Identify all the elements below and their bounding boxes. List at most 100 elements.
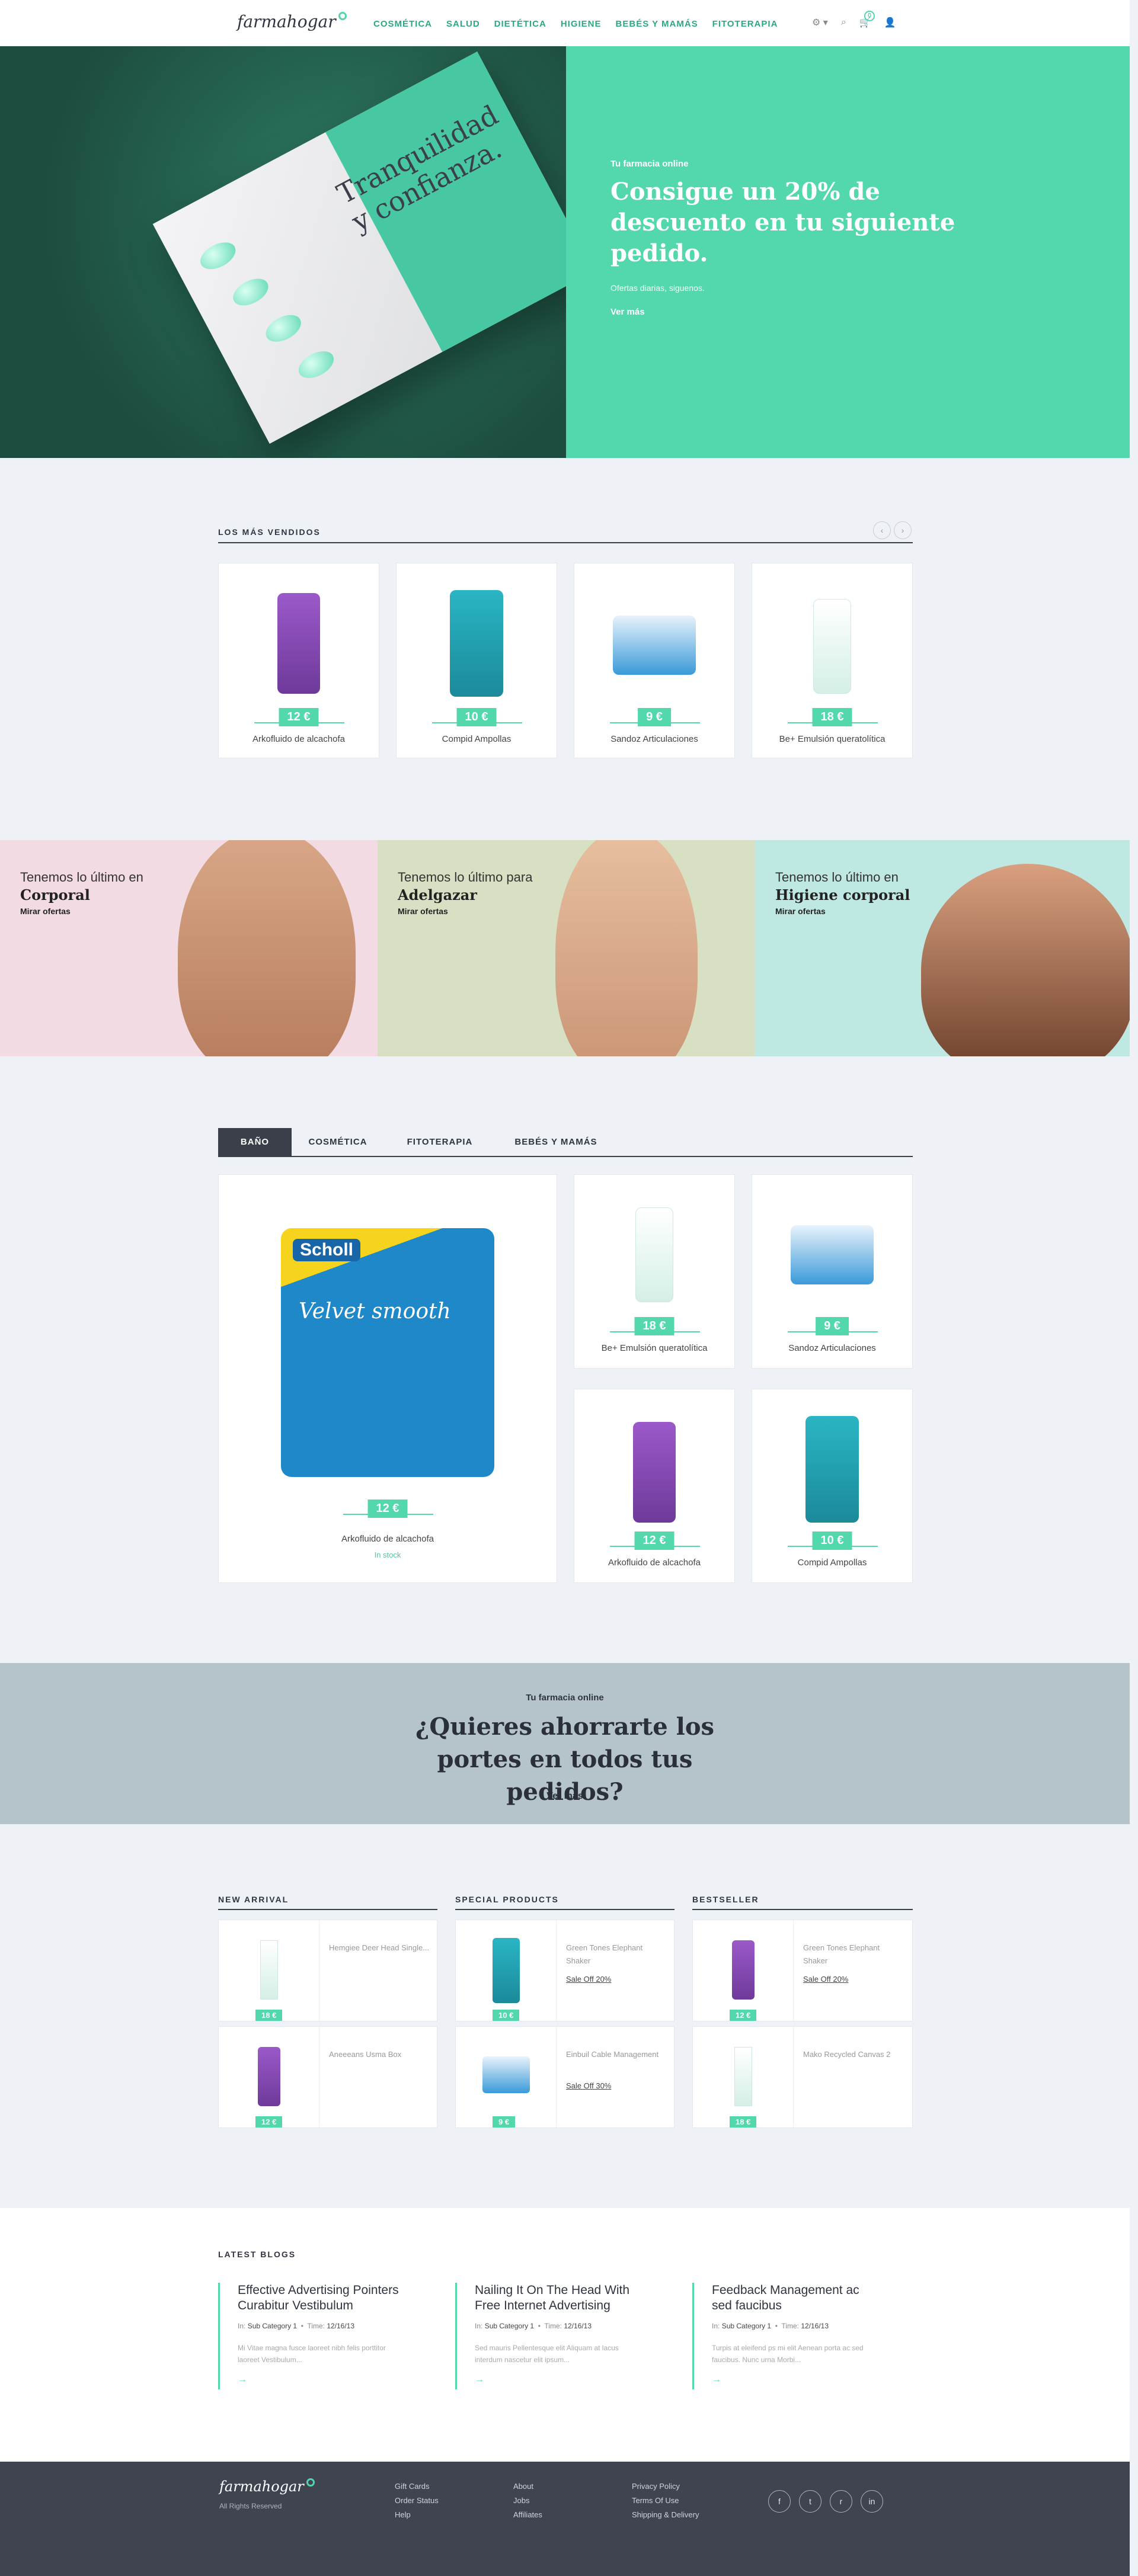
list-item[interactable]: 10 € Green Tones Elephant Shaker Sale Of… — [455, 1920, 675, 2022]
blog-excerpt: Mi Vitae magna fusce laoreet nibh felis … — [238, 2344, 386, 2364]
product-price: 9 € — [638, 708, 671, 726]
list-item[interactable]: 12 € Aneeeans Usma Box — [218, 2026, 437, 2129]
blog-title[interactable]: Effective Advertising Pointers Curabitur… — [238, 2283, 404, 2314]
linkedin-icon[interactable]: in — [861, 2490, 883, 2513]
banner-higiene[interactable]: Tenemos lo último en Higiene corporal Mi… — [755, 840, 1130, 1056]
product-name[interactable]: Green Tones Elephant Shaker — [566, 1941, 667, 1968]
footer-link[interactable]: Order Status — [395, 2494, 439, 2508]
product-name[interactable]: Sandoz Articulaciones — [574, 734, 734, 744]
tab-bebes[interactable]: BEBÉS Y MAMÁS — [503, 1128, 609, 1156]
tab-fitoterapia[interactable]: FITOTERAPIA — [398, 1128, 481, 1156]
list-item[interactable]: 12 € Green Tones Elephant Shaker Sale Of… — [692, 1920, 913, 2022]
product-card[interactable]: 12 € Arkofluido de alcachofa — [218, 563, 379, 758]
product-price: 18 € — [634, 1317, 675, 1335]
facebook-icon[interactable]: f — [768, 2490, 791, 2513]
blog-category[interactable]: Sub Category 1 — [722, 2322, 771, 2330]
hero-link[interactable]: Ver más — [610, 307, 645, 317]
settings-icon[interactable]: ⚙ ▾ — [812, 17, 828, 28]
footer-link[interactable]: Jobs — [513, 2494, 542, 2508]
footer-link[interactable]: Help — [395, 2508, 439, 2522]
product-name[interactable]: Einbuil Cable Management — [566, 2048, 667, 2061]
footer-link[interactable]: Privacy Policy — [632, 2479, 699, 2494]
banner-link[interactable]: Mirar ofertas — [398, 906, 448, 916]
promo-link[interactable]: Ver más — [0, 1791, 1130, 1802]
product-name[interactable]: Sandoz Articulaciones — [752, 1343, 912, 1353]
blog-meta: In: Sub Category 1 • Time: 12/16/13 — [475, 2322, 592, 2330]
footer-logo[interactable]: farmahogar — [219, 2478, 315, 2495]
product-name[interactable]: Mako Recycled Canvas 2 — [803, 2048, 904, 2061]
blog-excerpt: Turpis at eleifend ps mi elit Aenean por… — [712, 2344, 864, 2364]
product-name[interactable]: Arkofluido de alcachofa — [219, 734, 379, 744]
product-name[interactable]: Compid Ampollas — [397, 734, 557, 744]
read-more-arrow-icon[interactable]: → — [475, 2375, 484, 2385]
product-price: 12 € — [367, 1500, 408, 1518]
user-icon[interactable]: 👤 — [884, 17, 896, 28]
product-card[interactable]: 12 € Arkofluido de alcachofa — [574, 1389, 735, 1583]
promo-kicker: Tu farmacia online — [526, 1693, 604, 1703]
hero-image: Tranquilidad y confianza. — [0, 46, 566, 458]
footer-link[interactable]: Terms Of Use — [632, 2494, 699, 2508]
read-more-arrow-icon[interactable]: → — [712, 2375, 721, 2385]
read-more-arrow-icon[interactable]: → — [238, 2375, 247, 2385]
pill-icon — [196, 236, 240, 275]
section-divider — [218, 542, 913, 543]
featured-product-card[interactable]: Scholl Velvet smooth 12 € Arkofluido de … — [218, 1174, 557, 1583]
product-card[interactable]: 10 € Compid Ampollas — [396, 563, 557, 758]
footer-link[interactable]: Affiliates — [513, 2508, 542, 2522]
meta-label: Time: — [544, 2322, 562, 2330]
nav-item-salud[interactable]: SALUD — [446, 19, 480, 29]
product-card[interactable]: 18 € Be+ Emulsión queratolítica — [752, 563, 913, 758]
blog-title[interactable]: Feedback Management ac sed faucibus — [712, 2283, 878, 2314]
product-name[interactable]: Aneeeans Usma Box — [329, 2048, 430, 2061]
next-arrow-icon[interactable]: › — [894, 521, 912, 539]
product-card[interactable]: 9 € Sandoz Articulaciones — [752, 1174, 913, 1369]
logo[interactable]: farmahogar — [237, 12, 347, 31]
footer-link[interactable]: Shipping & Delivery — [632, 2508, 699, 2522]
blog-category[interactable]: Sub Category 1 — [485, 2322, 534, 2330]
product-card[interactable]: 9 € Sandoz Articulaciones — [574, 563, 735, 758]
list-item[interactable]: 18 € Hemgiee Deer Head Single... — [218, 1920, 437, 2022]
banner-pre: Tenemos lo último en — [775, 870, 899, 885]
twitter-icon[interactable]: t — [799, 2490, 821, 2513]
rss-icon[interactable]: r — [830, 2490, 852, 2513]
search-icon[interactable]: ⌕ — [841, 17, 846, 28]
product-name[interactable]: Arkofluido de alcachofa — [219, 1534, 557, 1544]
nav-item-bebes[interactable]: BEBÉS Y MAMÁS — [616, 19, 698, 29]
banner-corporal[interactable]: Tenemos lo último en Corporal Mirar ofer… — [0, 840, 378, 1056]
product-card[interactable]: 18 € Be+ Emulsión queratolítica — [574, 1174, 735, 1369]
footer-link[interactable]: About — [513, 2479, 542, 2494]
meta-label: In: — [712, 2322, 720, 2330]
product-name[interactable]: Compid Ampollas — [752, 1558, 912, 1568]
banner-adelgazar[interactable]: Tenemos lo último para Adelgazar Mirar o… — [378, 840, 755, 1056]
product-name[interactable]: Green Tones Elephant Shaker — [803, 1941, 904, 1968]
tab-bano[interactable]: BAÑO — [218, 1128, 292, 1156]
banner-title: Corporal — [20, 886, 90, 903]
product-thumb — [456, 1920, 557, 2022]
list-item[interactable]: 18 € Mako Recycled Canvas 2 — [692, 2026, 913, 2129]
blog-category[interactable]: Sub Category 1 — [248, 2322, 297, 2330]
meta-label: Time: — [307, 2322, 325, 2330]
main-nav: COSMÉTICA SALUD DIETÉTICA HIGIENE BEBÉS … — [373, 19, 778, 29]
blog-title[interactable]: Nailing It On The Head With Free Interne… — [475, 2283, 641, 2314]
product-image: Scholl Velvet smooth — [281, 1228, 494, 1477]
banner-link[interactable]: Mirar ofertas — [20, 906, 71, 916]
nav-item-fitoterapia[interactable]: FITOTERAPIA — [712, 19, 778, 29]
product-name[interactable]: Arkofluido de alcachofa — [574, 1558, 734, 1568]
site-header: farmahogar COSMÉTICA SALUD DIETÉTICA HIG… — [0, 0, 1130, 46]
product-name[interactable]: Be+ Emulsión queratolítica — [752, 734, 912, 744]
product-card[interactable]: 10 € Compid Ampollas — [752, 1389, 913, 1583]
prev-arrow-icon[interactable]: ‹ — [873, 521, 891, 539]
footer-links-col1: Gift Cards Order Status Help — [395, 2479, 439, 2522]
banner-link[interactable]: Mirar ofertas — [775, 906, 826, 916]
nav-item-cosmetica[interactable]: COSMÉTICA — [373, 19, 432, 29]
nav-item-higiene[interactable]: HIGIENE — [561, 19, 602, 29]
product-price: 12 € — [730, 2010, 757, 2021]
tab-cosmetica[interactable]: COSMÉTICA — [296, 1128, 379, 1156]
footer-link[interactable]: Gift Cards — [395, 2479, 439, 2494]
sale-badge: Sale Off 20% — [803, 1975, 849, 1984]
list-title: SPECIAL PRODUCTS — [455, 1895, 559, 1904]
product-name[interactable]: Be+ Emulsión queratolítica — [574, 1343, 734, 1353]
nav-item-dietetica[interactable]: DIETÉTICA — [494, 19, 546, 29]
list-item[interactable]: 9 € Einbuil Cable Management Sale Off 30… — [455, 2026, 675, 2129]
product-name[interactable]: Hemgiee Deer Head Single... — [329, 1941, 430, 1955]
